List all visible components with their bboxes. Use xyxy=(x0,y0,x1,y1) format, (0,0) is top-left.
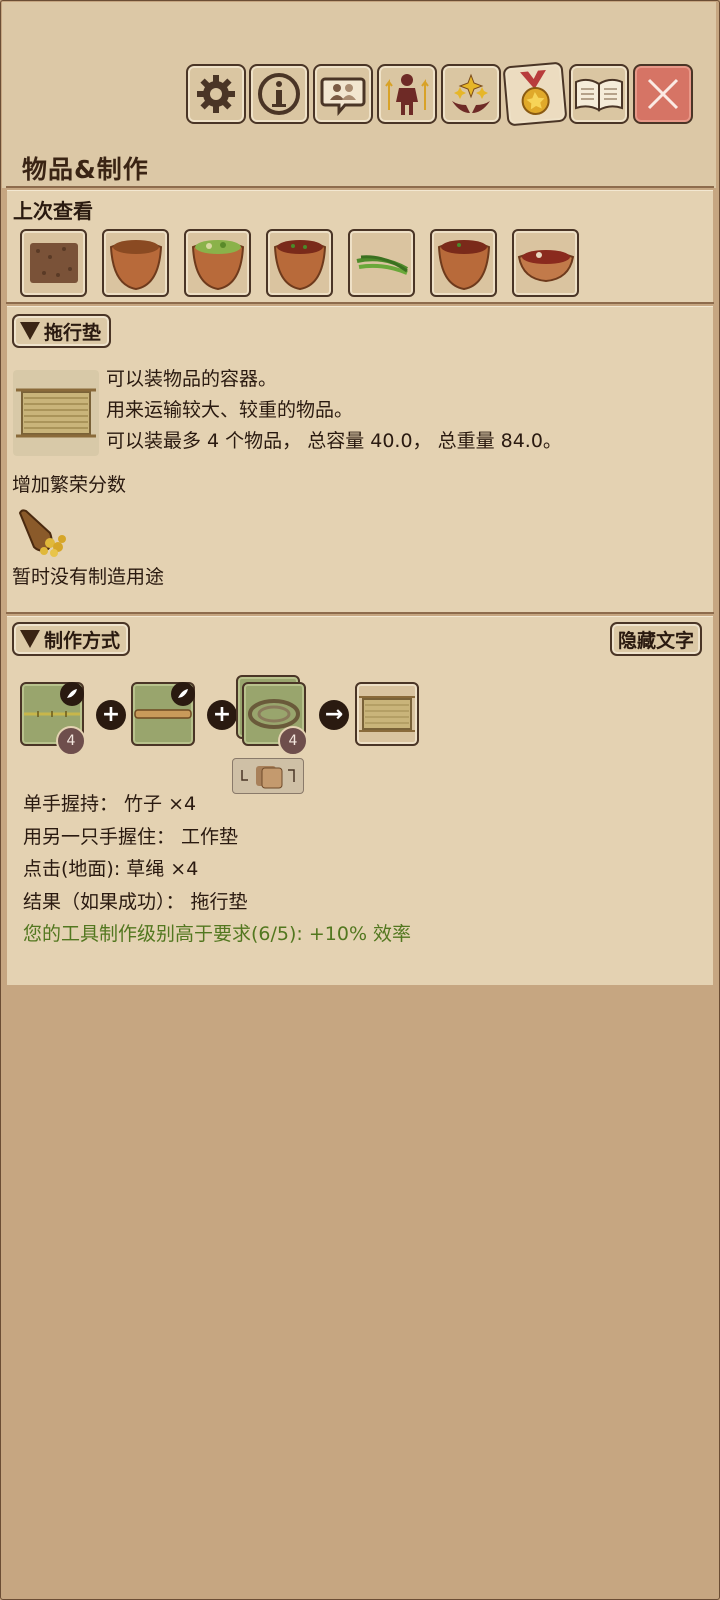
close-button[interactable] xyxy=(633,64,693,124)
result-slot[interactable] xyxy=(355,682,419,746)
item-section: 拖行垫 可以装物品的容器。 用来运输较大、较重的物品。 可以装最多 4 个物品，… xyxy=(7,306,713,612)
hand-icon xyxy=(171,682,195,706)
skills-button[interactable] xyxy=(441,64,501,124)
hide-text-button[interactable]: 隐藏文字 xyxy=(610,622,703,656)
swap-icon xyxy=(241,766,295,789)
instruction-click-ground: 点击(地面): 草绳 ×4 xyxy=(23,858,199,880)
bamboo-icon xyxy=(24,711,80,717)
no-use-text: 暂时没有制造用途 xyxy=(12,566,165,588)
bowl-of-meat-icon xyxy=(517,250,574,283)
ingredient-bamboo-slot[interactable]: 4 xyxy=(20,682,86,756)
plus-icon: + xyxy=(96,700,126,730)
item-description-line: 用来运输较大、较重的物品。 xyxy=(106,399,354,421)
plus-icon: + xyxy=(207,700,237,730)
item-capacity-line: 可以装最多 4 个物品， 总容量 40.0， 总重量 84.0。 xyxy=(106,430,562,452)
chat-button[interactable] xyxy=(313,64,373,124)
book-icon xyxy=(575,78,623,112)
recent-item-bowl-stew[interactable] xyxy=(266,229,333,297)
prosperity-label: 增加繁荣分数 xyxy=(12,474,127,496)
sparkle-hands-icon xyxy=(452,73,490,113)
count-badge: 4 xyxy=(56,726,86,756)
item-name-toggle[interactable]: 拖行垫 xyxy=(12,314,112,348)
collapse-triangle-icon xyxy=(20,322,40,340)
recent-item-green-beans[interactable] xyxy=(348,229,415,297)
item-image xyxy=(13,370,99,456)
info-icon xyxy=(258,73,300,115)
page-title: 物品&制作 xyxy=(22,155,149,184)
skill-bonus-text: 您的工具制作级别高于要求(6/5): +10% 效率 xyxy=(23,923,412,945)
ingredient-work-mat-slot[interactable] xyxy=(131,682,195,746)
work-mat-icon xyxy=(134,709,192,719)
character-button[interactable] xyxy=(377,64,437,124)
item-description-line: 可以装物品的容器。 xyxy=(106,368,278,390)
gear-icon xyxy=(197,75,235,113)
settings-button[interactable] xyxy=(186,64,246,124)
recent-item-clay-bowl[interactable] xyxy=(102,229,169,297)
divider xyxy=(6,302,714,304)
achievements-button[interactable] xyxy=(502,61,568,127)
item-name: 拖行垫 xyxy=(44,321,102,344)
bowl-of-stew-icon xyxy=(437,240,490,291)
collapse-triangle-icon xyxy=(20,630,40,648)
bowl-of-stew-icon xyxy=(273,240,326,291)
chat-people-icon xyxy=(320,77,366,117)
bowl-of-greens-icon xyxy=(191,240,244,291)
divider xyxy=(6,186,714,188)
recent-section: 上次查看 xyxy=(7,190,713,302)
header-panel: 物品&制作 xyxy=(2,2,716,188)
hand-icon xyxy=(60,682,84,706)
encyclopedia-button[interactable] xyxy=(569,64,629,124)
recent-item-bowl-meat[interactable] xyxy=(512,229,579,297)
close-icon xyxy=(647,78,679,110)
clay-bowl-icon xyxy=(109,240,162,291)
ingredient-grass-rope-slot[interactable]: 4 xyxy=(242,682,308,756)
cornucopia-icon xyxy=(16,507,72,563)
recent-title: 上次查看 xyxy=(13,199,93,223)
medal-icon xyxy=(520,69,550,115)
count-badge: 4 xyxy=(278,726,308,756)
sledge-mat-icon xyxy=(16,388,96,438)
swap-hands-button[interactable] xyxy=(232,758,304,794)
divider xyxy=(6,612,714,614)
crafting-toggle[interactable]: 制作方式 xyxy=(12,622,131,656)
info-button[interactable] xyxy=(249,64,309,124)
recent-item-bowl-stew-2[interactable] xyxy=(430,229,497,297)
crafting-section: 制作方式 隐藏文字 4 + + 4 → 单手握持： 竹子 ×4 用另一只手握住：… xyxy=(7,616,713,985)
character-icon xyxy=(385,74,429,115)
instruction-result: 结果（如果成功）： 拖行垫 xyxy=(23,891,248,913)
soil-pile-icon xyxy=(29,243,78,283)
instruction-hold-other-hand: 用另一只手握住： 工作垫 xyxy=(23,826,239,848)
crafting-title: 制作方式 xyxy=(44,629,121,652)
arrow-right-icon: → xyxy=(319,700,349,730)
green-beans-icon xyxy=(356,255,408,275)
instruction-hold-one-hand: 单手握持： 竹子 ×4 xyxy=(23,793,197,815)
sledge-mat-icon xyxy=(359,696,415,732)
recent-item-soil[interactable] xyxy=(20,229,87,297)
recent-item-bowl-greens[interactable] xyxy=(184,229,251,297)
